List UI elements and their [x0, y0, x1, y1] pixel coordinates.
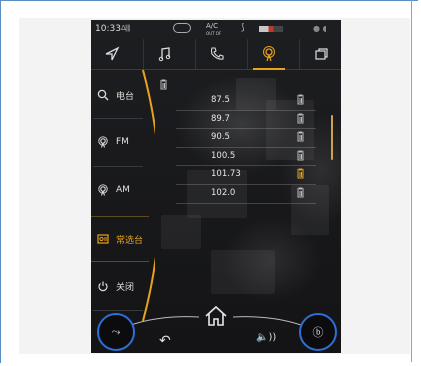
bg-tile: [211, 250, 275, 294]
search-icon: [94, 89, 112, 101]
car-icon: [173, 23, 191, 33]
station-frequency: 89.7: [211, 113, 230, 124]
list-item[interactable]: 89.7: [176, 111, 316, 130]
delete-icon[interactable]: [296, 187, 305, 201]
delete-icon[interactable]: [296, 150, 305, 164]
settings-dot-icon: ● ◖: [313, 24, 327, 33]
status-bar: 10:33 Δ∥∥ A/C OUT OF ⟆ ● ◖: [91, 20, 341, 38]
list-item[interactable]: 100.5: [176, 148, 316, 167]
list-item[interactable]: 90.5: [176, 129, 316, 148]
figure-frame-right: [411, 0, 412, 362]
radio-icon: [94, 184, 112, 196]
clock: 10:33: [95, 24, 121, 34]
home-button[interactable]: [203, 305, 229, 331]
delete-icon[interactable]: [296, 94, 305, 108]
tab-phone[interactable]: [195, 39, 238, 69]
phone-icon: [210, 47, 224, 60]
apps-icon: [315, 48, 328, 60]
tab-navigation[interactable]: [91, 39, 133, 69]
delete-icon[interactable]: [296, 168, 305, 182]
infotainment-screen: 10:33 Δ∥∥ A/C OUT OF ⟆ ● ◖ 电台 FM AM 常选台 …: [91, 20, 341, 353]
right-vehicle-knob[interactable]: ⓑ: [299, 313, 337, 351]
delete-all-icon[interactable]: [159, 75, 168, 94]
music-note-icon: [158, 47, 171, 62]
station-frequency: 90.5: [211, 132, 230, 143]
seat-heat-icon: ⟆: [241, 23, 245, 33]
station-frequency: 102.0: [211, 187, 236, 198]
home-icon: [205, 305, 227, 326]
delete-icon[interactable]: [296, 113, 305, 127]
volume-button[interactable]: 🔈)): [256, 332, 276, 343]
radio-icon: [94, 136, 112, 148]
favorites-icon: [94, 233, 112, 245]
temperature-bar-icon: [259, 26, 283, 32]
delete-icon[interactable]: [296, 131, 305, 145]
station-frequency: 101.73: [211, 169, 241, 180]
ac-status: A/C OUT OF: [206, 23, 221, 37]
power-icon: [94, 280, 112, 292]
tab-music[interactable]: [143, 39, 186, 69]
sidebar-arc: [142, 69, 155, 322]
station-frequency: 87.5: [211, 95, 230, 105]
ac-label: A/C: [206, 22, 219, 30]
signal-icon: Δ∥∥: [121, 24, 131, 32]
left-climate-knob[interactable]: ⤳: [97, 313, 135, 351]
list-item[interactable]: 102.0: [176, 185, 316, 204]
navigation-arrow-icon: [105, 46, 120, 61]
list-item[interactable]: 87.5: [176, 92, 316, 111]
station-frequency: 100.5: [211, 150, 236, 161]
scrollbar[interactable]: [331, 115, 333, 160]
back-button[interactable]: ↶: [159, 333, 171, 349]
ac-sub-label: OUT OF: [206, 31, 222, 36]
car-icon: ⓑ: [312, 326, 324, 339]
seat-icon: ⤳: [111, 325, 121, 338]
top-tab-bar: [91, 39, 341, 70]
list-item[interactable]: 101.73: [176, 166, 316, 185]
tab-apps[interactable]: [299, 39, 341, 69]
bg-tile: [161, 215, 201, 249]
radio-icon: [263, 46, 275, 62]
station-list: 87.5 89.7 90.5 100.5 101.73 102.0: [176, 92, 316, 204]
tab-radio[interactable]: [247, 39, 290, 70]
